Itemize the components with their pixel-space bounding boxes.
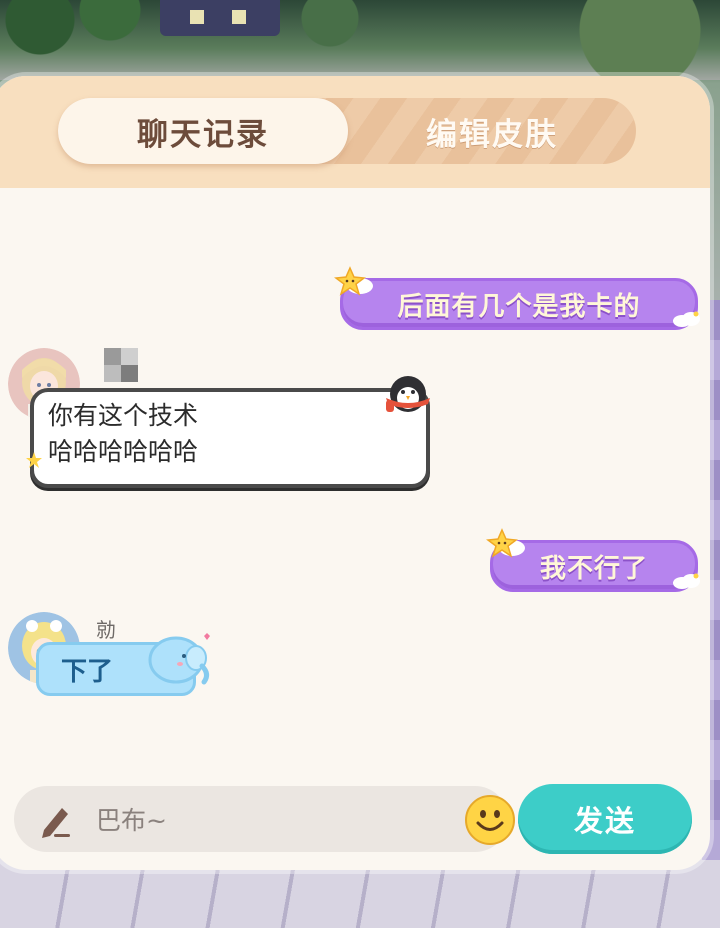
background-house [160,0,280,36]
message-text: 我不行了 [539,553,648,584]
small-star-icon [26,452,42,468]
cloud-decoration-icon [673,573,700,589]
chat-panel: 聊天记录 编辑皮肤 后面有几个是我卡的 你有这个技术 哈哈哈哈哈哈 我不行了 勍… [0,76,710,870]
message-bubble-outgoing: 后面有几个是我卡的 [340,278,698,330]
tab-bar: 聊天记录 编辑皮肤 [58,98,636,164]
tab-edit-skin[interactable]: 编辑皮肤 [348,98,636,164]
message-text: 下了 [61,656,114,687]
penguin-decoration-icon [386,376,430,412]
message-bubble-incoming: 你有这个技术 哈哈哈哈哈哈 [30,388,430,488]
message-input-box[interactable] [14,786,515,852]
tab-chat-history[interactable]: 聊天记录 [58,98,348,164]
sender-name-mosaic [104,348,138,382]
message-text: 后面有几个是我卡的 [397,291,641,322]
message-list[interactable]: 后面有几个是我卡的 你有这个技术 哈哈哈哈哈哈 我不行了 勍 下了 [0,188,710,788]
cloud-decoration-icon [673,311,700,327]
pencil-icon [42,808,70,838]
background-trees [0,0,720,80]
star-decoration-icon [486,528,525,558]
smiley-emoji-icon[interactable] [464,794,516,846]
sender-name: 勍 [96,618,116,642]
star-decoration-icon [334,266,373,296]
elephant-decoration-icon [148,633,210,685]
message-text-line: 你有这个技术 [48,401,199,430]
send-button[interactable]: 发送 [518,784,692,854]
panel-header: 聊天记录 编辑皮肤 [0,76,710,188]
message-text-line: 哈哈哈哈哈哈 [48,437,199,466]
message-input[interactable] [94,796,438,844]
